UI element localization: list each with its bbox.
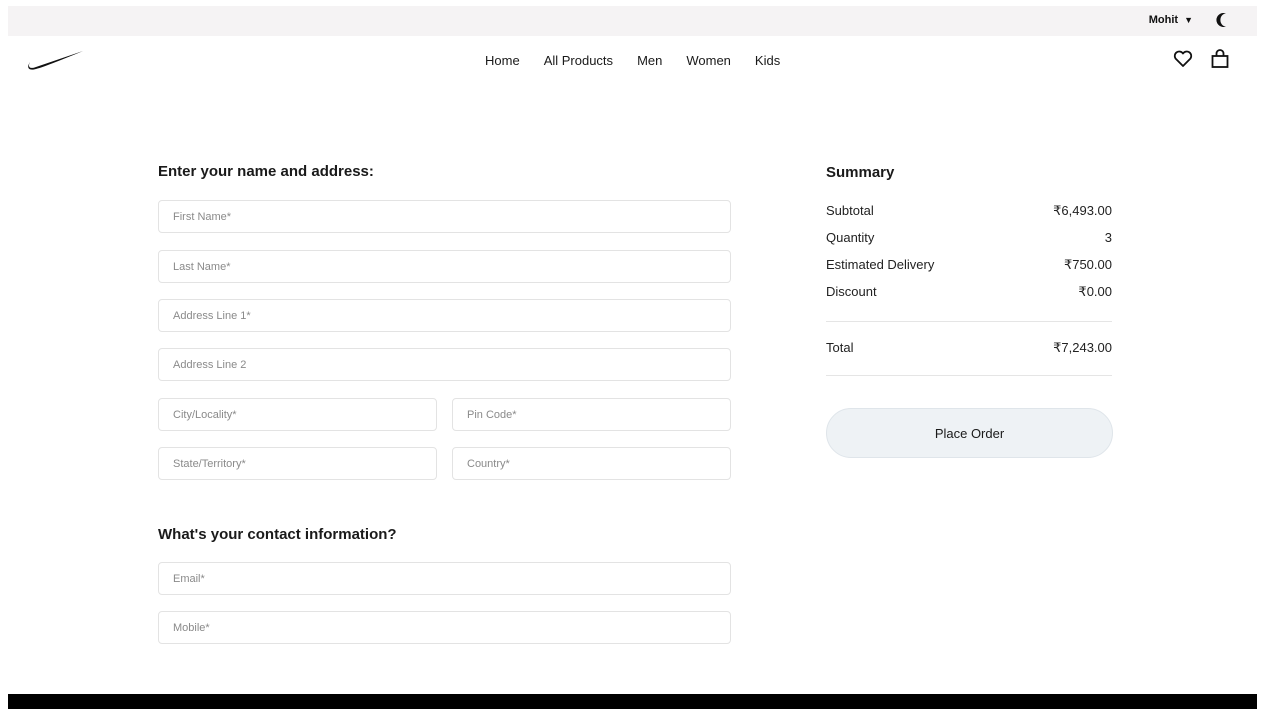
heart-icon[interactable] [1172,48,1194,70]
country-field[interactable] [452,447,731,480]
caret-down-icon: ▼ [1184,15,1193,25]
address-line-1-field[interactable] [158,299,731,332]
order-summary: Summary Subtotal ₹6,493.00 Quantity 3 Es… [826,160,1112,376]
nav-home[interactable]: Home [485,53,520,68]
delivery-value: ₹750.00 [1063,257,1112,272]
total-value: ₹7,243.00 [1053,340,1112,355]
nav-men[interactable]: Men [637,53,662,68]
subtotal-label: Subtotal [826,203,874,218]
first-name-field[interactable] [158,200,731,233]
place-order-button[interactable]: Place Order [826,408,1113,458]
total-row: Total ₹7,243.00 [826,322,1112,375]
summary-row: Discount ₹0.00 [826,284,1112,311]
moon-icon[interactable] [1215,12,1231,28]
nav-women[interactable]: Women [686,53,731,68]
user-name: Mohit [1148,14,1179,26]
summary-row: Subtotal ₹6,493.00 [826,203,1112,230]
summary-row: Quantity 3 [826,230,1112,257]
subtotal-value: ₹6,493.00 [1053,203,1112,218]
address-section-title: Enter your name and address: [158,163,374,180]
shopping-bag-icon[interactable] [1209,48,1231,70]
last-name-field[interactable] [158,250,731,283]
quantity-label: Quantity [826,230,875,245]
quantity-value: 3 [1104,230,1112,245]
city-field[interactable] [158,398,437,431]
total-label: Total [826,340,854,355]
nav-all-products[interactable]: All Products [544,53,613,68]
footer [8,694,1257,709]
discount-label: Discount [826,284,877,299]
discount-value: ₹0.00 [1078,284,1112,299]
mobile-field[interactable] [158,611,731,644]
user-menu[interactable]: Mohit ▼ [1149,14,1193,26]
delivery-label: Estimated Delivery [826,257,935,272]
nav-kids[interactable]: Kids [755,53,780,68]
pin-code-field[interactable] [452,398,731,431]
state-field[interactable] [158,447,437,480]
summary-divider [826,375,1112,376]
address-line-2-field[interactable] [158,348,731,381]
contact-section-title: What's your contact information? [158,526,397,543]
summary-title: Summary [826,164,895,181]
top-utility-bar: Mohit ▼ [8,6,1257,36]
summary-row: Estimated Delivery ₹750.00 [826,257,1112,284]
nike-logo[interactable] [26,50,84,72]
email-field[interactable] [158,562,731,595]
main-nav: Home All Products Men Women Kids [485,53,780,68]
